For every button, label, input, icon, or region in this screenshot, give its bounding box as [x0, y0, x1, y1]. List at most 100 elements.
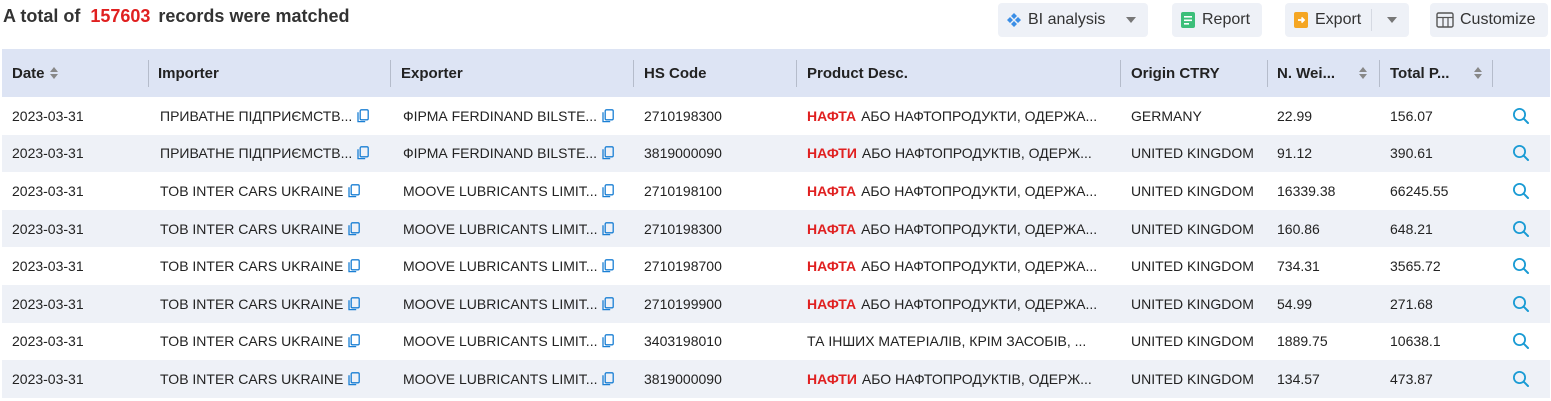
column-resize-handle[interactable] [1379, 60, 1380, 87]
cell-product-desc[interactable]: НАФТА АБО НАФТОПРОДУКТИ, ОДЕРЖА... [807, 172, 1117, 210]
cell-text: АБО НАФТОПРОДУКТИ, ОДЕРЖА... [861, 258, 1098, 275]
results-toolbar: A total of 157603 records were matched BI … [0, 0, 1551, 44]
search-icon[interactable] [1512, 135, 1530, 173]
cell-importer[interactable]: TOB INTER CARS UKRAINE [160, 360, 388, 398]
cell-text: MOOVE LUBRICANTS LIMIT... [403, 370, 598, 387]
table-row[interactable]: 2023-03-31 TOB INTER CARS UKRAINE MOOVE … [2, 247, 1550, 285]
cell-origin: UNITED KINGDOM [1131, 247, 1265, 285]
cell-net-weight: 1889.75 [1277, 323, 1377, 361]
column-header-net-weight[interactable]: N. Wei... [1277, 49, 1367, 97]
cell-total-price: 3565.72 [1390, 247, 1490, 285]
cell-exporter[interactable]: ФІРМА FERDINAND BILSTE... [403, 135, 631, 173]
sort-icon[interactable] [49, 67, 58, 79]
cell-text: 2710198100 [644, 182, 722, 199]
cell-total-price: 648.21 [1390, 210, 1490, 248]
search-icon[interactable] [1512, 323, 1530, 361]
cell-importer[interactable]: TOB INTER CARS UKRAINE [160, 172, 388, 210]
cell-net-weight: 734.31 [1277, 247, 1377, 285]
column-header-date[interactable]: Date [12, 49, 58, 97]
search-icon[interactable] [1512, 360, 1530, 398]
copy-icon[interactable] [602, 334, 615, 348]
copy-icon[interactable] [602, 221, 615, 236]
cell-text: TOB INTER CARS UKRAINE [160, 258, 344, 275]
cell-exporter[interactable]: MOOVE LUBRICANTS LIMIT... [403, 285, 631, 323]
summary-prefix: A total of [3, 6, 81, 26]
copy-icon[interactable] [348, 221, 361, 236]
column-resize-handle[interactable] [1120, 60, 1121, 87]
search-icon[interactable] [1512, 247, 1530, 285]
cell-product-desc[interactable]: НАФТА АБО НАФТОПРОДУКТИ, ОДЕРЖА... [807, 285, 1117, 323]
copy-icon[interactable] [348, 334, 361, 348]
match-count: 157603 [90, 6, 151, 26]
column-resize-handle[interactable] [1267, 60, 1268, 87]
cell-importer[interactable]: TOB INTER CARS UKRAINE [160, 247, 388, 285]
copy-icon[interactable] [602, 372, 615, 386]
copy-icon[interactable] [602, 259, 615, 273]
bi-analysis-button[interactable]: BI analysis [998, 3, 1148, 37]
cell-exporter[interactable]: MOOVE LUBRICANTS LIMIT... [403, 323, 631, 361]
column-resize-handle[interactable] [1492, 60, 1493, 87]
search-icon[interactable] [1512, 285, 1530, 323]
bi-analysis-icon [1006, 12, 1022, 28]
report-button[interactable]: Report [1172, 3, 1262, 37]
cell-product-desc[interactable]: НАФТА АБО НАФТОПРОДУКТИ, ОДЕРЖА... [807, 247, 1117, 285]
copy-icon[interactable] [602, 108, 614, 123]
cell-text: АБО НАФТОПРОДУКТІВ, ОДЕРЖ... [861, 145, 1092, 162]
table-header: Date Importer Exporter HS Code Product D… [2, 49, 1550, 97]
table-row[interactable]: 2023-03-31 TOB INTER CARS UKRAINE MOOVE … [2, 209, 1550, 248]
cell-text: ПРИВАТНЕ ПІДПРИЄМСТВ... [160, 107, 353, 124]
sort-icon[interactable] [1359, 67, 1367, 79]
copy-icon[interactable] [357, 108, 370, 123]
cell-exporter[interactable]: MOOVE LUBRICANTS LIMIT... [403, 360, 631, 398]
cell-product-desc[interactable]: НАФТА АБО НАФТОПРОДУКТИ, ОДЕРЖА... [807, 210, 1117, 248]
table-row[interactable]: 2023-03-31 ПРИВАТНЕ ПІДПРИЄМСТВ... ФІРМА… [2, 97, 1550, 135]
cell-date: 2023-03-31 [12, 210, 142, 248]
cell-product-desc[interactable]: НАФТА АБО НАФТОПРОДУКТИ, ОДЕРЖА... [807, 97, 1117, 135]
copy-icon[interactable] [348, 372, 361, 386]
cell-product-desc[interactable]: ТА ІНШИХ МАТЕРІАЛІВ, КРІМ ЗАСОБІВ, ... [807, 323, 1117, 361]
column-resize-handle[interactable] [633, 60, 634, 87]
column-header-total-price[interactable]: Total P... [1390, 49, 1482, 97]
cell-product-desc[interactable]: НАФТИ АБО НАФТОПРОДУКТІВ, ОДЕРЖ... [807, 135, 1117, 173]
table-row[interactable]: 2023-03-31 TOB INTER CARS UKRAINE MOOVE … [2, 172, 1550, 210]
customize-button[interactable]: Customize [1430, 3, 1548, 37]
cell-exporter[interactable]: MOOVE LUBRICANTS LIMIT... [403, 247, 631, 285]
cell-text: 648.21 [1390, 220, 1433, 237]
export-dropdown-icon[interactable] [1387, 17, 1397, 23]
column-resize-handle[interactable] [390, 60, 391, 87]
cell-text: 66245.55 [1390, 182, 1449, 199]
export-button[interactable]: Export [1285, 3, 1409, 37]
sort-icon[interactable] [1474, 67, 1482, 79]
cell-total-price: 390.61 [1390, 135, 1490, 173]
table-row[interactable]: 2023-03-31 ПРИВАТНЕ ПІДПРИЄМСТВ... ФІРМА… [2, 134, 1550, 173]
search-icon[interactable] [1512, 210, 1530, 248]
cell-importer[interactable]: ПРИВАТНЕ ПІДПРИЄМСТВ... [160, 135, 388, 173]
table-row[interactable]: 2023-03-31 TOB INTER CARS UKRAINE MOOVE … [2, 360, 1550, 398]
copy-icon[interactable] [602, 296, 615, 311]
copy-icon[interactable] [348, 184, 361, 198]
cell-exporter[interactable]: MOOVE LUBRICANTS LIMIT... [403, 172, 631, 210]
column-resize-handle[interactable] [148, 60, 149, 87]
cell-importer[interactable]: TOB INTER CARS UKRAINE [160, 285, 388, 323]
copy-icon[interactable] [602, 184, 615, 198]
cell-exporter[interactable]: ФІРМА FERDINAND BILSTE... [403, 97, 631, 135]
copy-icon[interactable] [602, 146, 614, 160]
copy-icon[interactable] [348, 259, 361, 273]
search-icon[interactable] [1512, 97, 1530, 135]
table-row[interactable]: 2023-03-31 TOB INTER CARS UKRAINE MOOVE … [2, 323, 1550, 361]
cell-text: UNITED KINGDOM [1131, 258, 1254, 275]
copy-icon[interactable] [357, 146, 370, 160]
cell-text: 134.57 [1277, 370, 1320, 387]
cell-exporter[interactable]: MOOVE LUBRICANTS LIMIT... [403, 210, 631, 248]
cell-text: 271.68 [1390, 295, 1433, 312]
cell-importer[interactable]: ПРИВАТНЕ ПІДПРИЄМСТВ... [160, 97, 388, 135]
column-resize-handle[interactable] [796, 60, 797, 87]
cell-importer[interactable]: TOB INTER CARS UKRAINE [160, 323, 388, 361]
cell-product-desc[interactable]: НАФТИ АБО НАФТОПРОДУКТІВ, ОДЕРЖ... [807, 360, 1117, 398]
copy-icon[interactable] [348, 296, 361, 311]
cell-importer[interactable]: TOB INTER CARS UKRAINE [160, 210, 388, 248]
search-icon[interactable] [1512, 172, 1530, 210]
column-header-origin: Origin CTRY [1131, 49, 1220, 97]
table-row[interactable]: 2023-03-31 TOB INTER CARS UKRAINE MOOVE … [2, 284, 1550, 323]
column-label-product-desc: Product Desc. [807, 64, 908, 82]
